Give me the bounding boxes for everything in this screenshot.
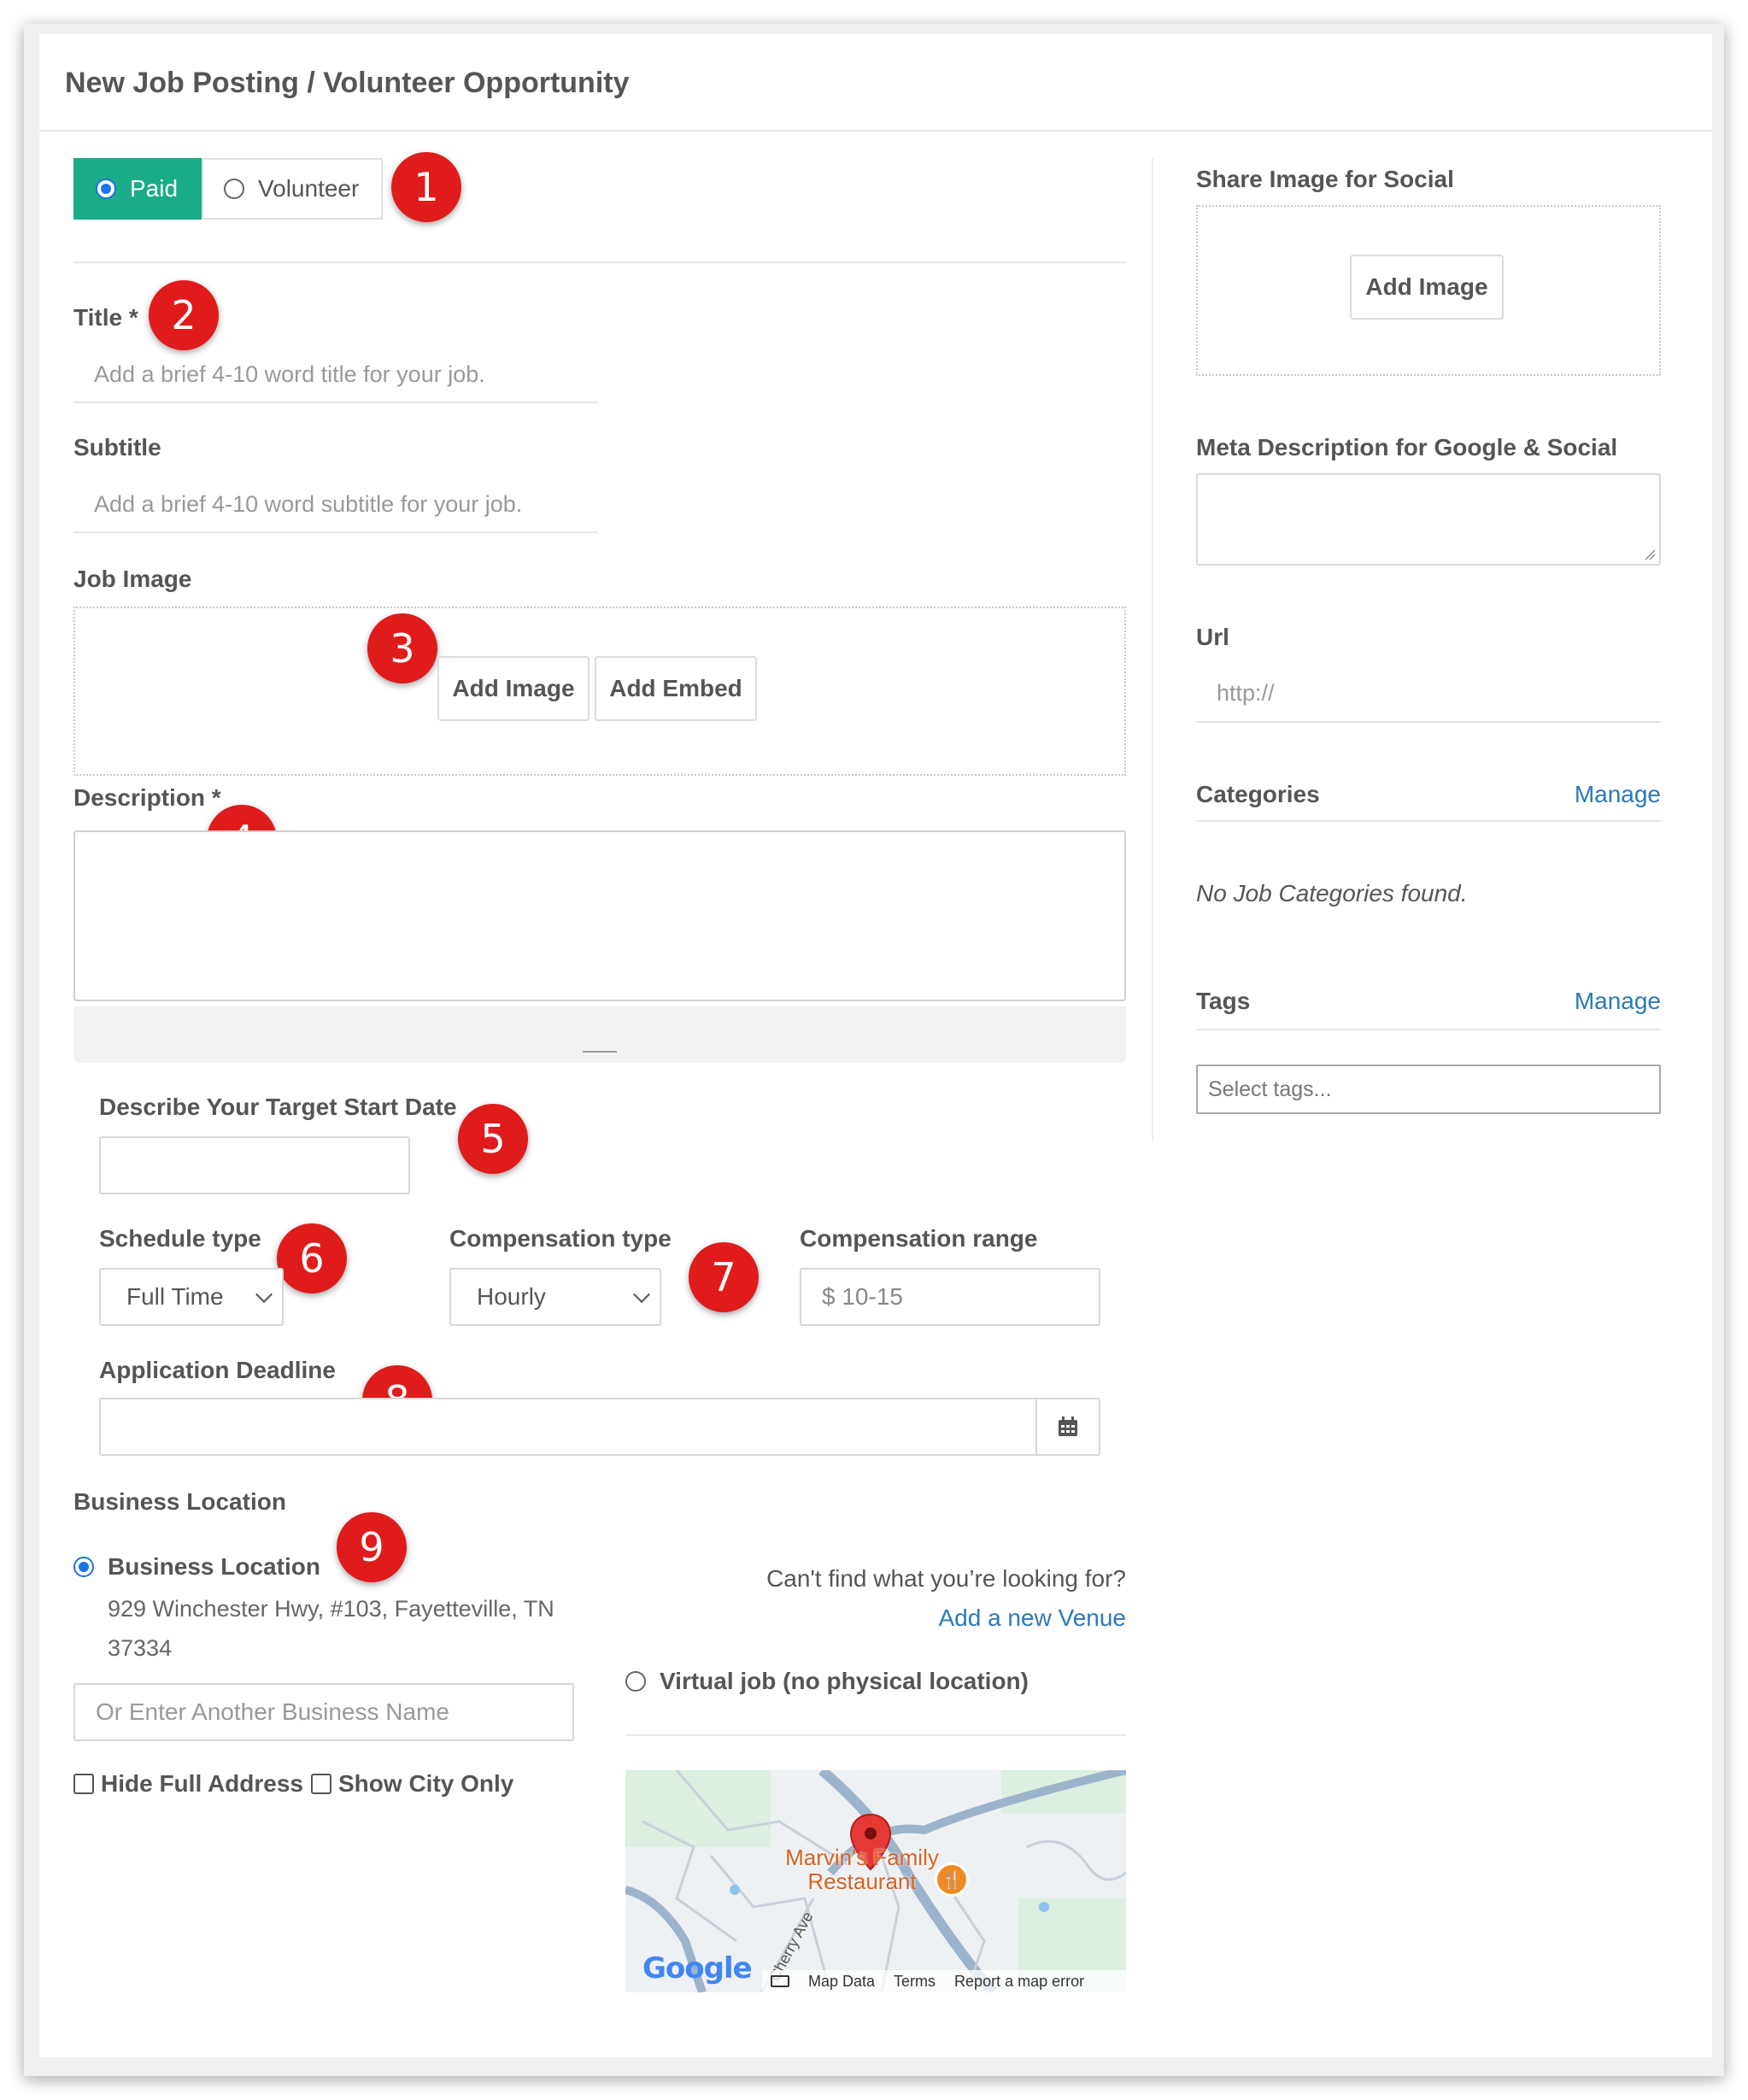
business-location-radio-icon: [73, 1557, 94, 1577]
add-embed-button[interactable]: Add Embed: [595, 656, 757, 721]
location-map[interactable]: Marvin's Family Restaurant 🍴 Cherry Ave …: [625, 1770, 1126, 1992]
volunteer-radio-icon: [224, 179, 244, 199]
calendar-button[interactable]: [1035, 1399, 1099, 1454]
start-date-label: Describe Your Target Start Date: [99, 1094, 457, 1120]
application-deadline-input[interactable]: [99, 1398, 1100, 1456]
hide-address-label: Hide Full Address: [101, 1770, 304, 1797]
location-divider: [625, 1734, 1126, 1736]
compensation-range-value: $ 10-15: [822, 1283, 903, 1310]
show-city-only-checkbox[interactable]: Show City Only: [311, 1770, 513, 1798]
description-editor[interactable]: [73, 830, 1126, 1001]
volunteer-toggle[interactable]: Volunteer: [202, 158, 383, 220]
description-resize-bar[interactable]: [73, 1006, 1126, 1063]
categories-divider: [1196, 820, 1661, 822]
hide-full-address-checkbox[interactable]: Hide Full Address: [73, 1770, 303, 1798]
chevron-down-icon: [255, 1286, 273, 1304]
categories-label: Categories: [1196, 781, 1320, 807]
subtitle-placeholder: Add a brief 4-10 word subtitle for your …: [94, 490, 523, 517]
share-image-label: Share Image for Social: [1196, 166, 1454, 192]
share-add-image-button[interactable]: Add Image: [1350, 255, 1504, 320]
other-business-input[interactable]: Or Enter Another Business Name: [73, 1683, 574, 1741]
subtitle-input[interactable]: Add a brief 4-10 word subtitle for your …: [73, 477, 598, 533]
map-attribution-bar: Map Data Terms Report a map error: [762, 1970, 1126, 1992]
map-place-line-2: Restaurant: [807, 1868, 917, 1894]
tags-label: Tags: [1196, 988, 1251, 1014]
other-business-placeholder: Or Enter Another Business Name: [96, 1698, 449, 1725]
meta-description-label: Meta Description for Google & Social: [1196, 434, 1618, 460]
step-badge-3: 3: [367, 613, 437, 683]
address-line-1: 929 Winchester Hwy, #103, Fayetteville, …: [108, 1596, 554, 1622]
job-image-label: Job Image: [73, 566, 192, 592]
schedule-type-label: Schedule type: [99, 1225, 261, 1252]
address-line-2: 37334: [108, 1635, 173, 1661]
virtual-job-option[interactable]: Virtual job (no physical location): [625, 1668, 1029, 1695]
compensation-range-input[interactable]: $ 10-15: [800, 1268, 1100, 1326]
section-divider: [73, 261, 1126, 263]
step-badge-9: 9: [337, 1512, 407, 1582]
google-logo: Google: [642, 1951, 753, 1986]
categories-manage-link[interactable]: Manage: [1538, 781, 1661, 808]
compensation-type-select[interactable]: Hourly: [449, 1268, 661, 1326]
url-label: Url: [1196, 624, 1229, 650]
page-title: New Job Posting / Volunteer Opportunity: [65, 67, 630, 99]
resize-grip-icon: [1645, 549, 1656, 560]
show-city-label: Show City Only: [338, 1770, 514, 1797]
tags-select-input[interactable]: Select tags...: [1196, 1065, 1661, 1114]
compensation-type-label: Compensation type: [449, 1225, 672, 1252]
title-placeholder: Add a brief 4-10 word title for your job…: [94, 361, 485, 387]
step-badge-1: 1: [391, 152, 461, 222]
step-badge-2: 2: [149, 280, 219, 350]
paid-toggle[interactable]: Paid: [73, 158, 202, 220]
cant-find-text: Can't find what you’re looking for?: [766, 1565, 1126, 1592]
virtual-radio-icon: [625, 1671, 646, 1692]
tags-divider: [1196, 1029, 1661, 1030]
virtual-job-label: Virtual job (no physical location): [660, 1668, 1029, 1694]
tags-manage-link[interactable]: Manage: [1538, 988, 1661, 1015]
paid-radio-icon: [96, 179, 116, 199]
keyboard-icon[interactable]: [771, 1975, 789, 1987]
add-venue-link[interactable]: Add a new Venue: [625, 1604, 1126, 1632]
business-location-section-label: Business Location: [73, 1488, 286, 1515]
map-place-line-1: Marvin's Family: [785, 1845, 939, 1870]
paid-label: Paid: [130, 175, 179, 202]
application-deadline-label: Application Deadline: [99, 1357, 336, 1383]
compensation-range-label: Compensation range: [800, 1225, 1038, 1252]
step-badge-5: 5: [458, 1104, 528, 1174]
calendar-icon: [1059, 1417, 1077, 1436]
map-terms-link[interactable]: Terms: [894, 1973, 936, 1991]
title-label: Title *: [73, 304, 138, 331]
chevron-down-icon: [633, 1286, 650, 1304]
tags-placeholder: Select tags...: [1208, 1076, 1332, 1101]
job-add-image-button[interactable]: Add Image: [437, 656, 590, 721]
schedule-type-select[interactable]: Full Time: [99, 1268, 284, 1326]
description-label: Description *: [73, 784, 221, 811]
map-place-label: Marvin's Family Restaurant: [764, 1845, 960, 1893]
categories-empty-text: No Job Categories found.: [1196, 880, 1468, 906]
step-badge-7: 7: [689, 1242, 759, 1312]
business-location-option-label: Business Location: [108, 1553, 320, 1580]
resize-handle-icon: [583, 1051, 617, 1053]
business-location-option[interactable]: Business Location: [73, 1553, 320, 1581]
schedule-type-value: Full Time: [126, 1283, 224, 1310]
url-placeholder: http://: [1217, 679, 1275, 706]
map-report-link[interactable]: Report a map error: [954, 1973, 1084, 1991]
step-badge-6: 6: [277, 1223, 347, 1293]
map-data-link[interactable]: Map Data: [808, 1973, 875, 1991]
title-input[interactable]: Add a brief 4-10 word title for your job…: [73, 347, 598, 403]
header-divider: [39, 130, 1712, 132]
start-date-input[interactable]: [99, 1136, 410, 1194]
compensation-type-value: Hourly: [477, 1283, 546, 1310]
business-address: 929 Winchester Hwy, #103, Fayetteville, …: [108, 1589, 554, 1668]
meta-description-textarea[interactable]: [1196, 473, 1661, 566]
subtitle-label: Subtitle: [73, 434, 161, 460]
url-input[interactable]: http://: [1196, 665, 1661, 723]
show-city-checkbox-icon: [311, 1774, 331, 1794]
restaurant-icon: 🍴: [935, 1862, 969, 1897]
hide-address-checkbox-icon: [73, 1774, 94, 1794]
sidebar-divider: [1152, 158, 1153, 1141]
volunteer-label: Volunteer: [258, 175, 360, 202]
